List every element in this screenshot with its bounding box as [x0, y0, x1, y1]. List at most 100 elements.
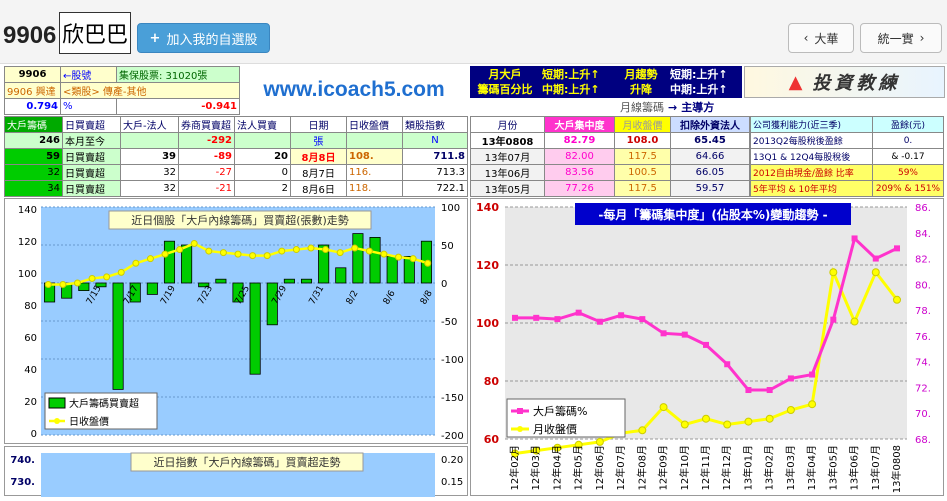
info-exchange-name: 9906 興達	[4, 82, 61, 99]
chips-percent: 籌碼百分比	[477, 83, 533, 96]
table-cell: 66.05	[670, 164, 750, 181]
chart-title: -每月「籌碼集中度」(佔股本%)變動趨勢 -	[598, 207, 827, 222]
add-watchlist-label: 加入我的自選股	[166, 32, 258, 48]
price-point	[395, 253, 403, 261]
price-point	[871, 268, 880, 277]
table-cell: -89	[178, 148, 235, 165]
price-point	[638, 426, 647, 435]
chart-bar	[300, 278, 313, 284]
table-cell: 64.66	[670, 148, 750, 165]
table-cell: 713.3	[402, 164, 468, 181]
price-point	[702, 414, 710, 423]
market-button[interactable]: ‹ 大華	[788, 23, 854, 53]
info-table: 9906 ←股號 集保股票: 31020張 9906 興達 <類股> 傳產-其他…	[4, 66, 240, 115]
daily-header: 日期	[290, 116, 347, 133]
price-point	[409, 255, 417, 263]
table-cell: 8月7日	[290, 164, 347, 181]
y-left-tick: 80	[24, 301, 37, 312]
y-left-tick: 0	[31, 429, 37, 440]
x-tick: 12年12月	[720, 445, 733, 490]
x-tick: 12年08月	[635, 445, 648, 490]
monthly-title: 月線籌碼	[620, 101, 664, 114]
table-cell: 82.00	[544, 148, 615, 165]
y-left-tick: 120	[476, 259, 499, 272]
site-logo[interactable]: www.icoach5.com	[243, 70, 465, 110]
price-point	[365, 247, 373, 255]
daily-header: 日買賣超	[62, 116, 121, 133]
table-cell: 2	[234, 180, 291, 197]
chart-icon: ▲	[788, 71, 807, 93]
table-cell: 722.1	[402, 180, 468, 197]
y-right-tick: -150	[441, 393, 464, 404]
y-left-tick: 60	[484, 433, 500, 446]
chart-bar	[335, 267, 347, 284]
overview-button[interactable]: 統一實 ›	[860, 23, 942, 53]
x-tick: 12年09月	[657, 445, 670, 490]
chart-title: 近日指數「大戶內線籌碼」買賣超走勢	[154, 455, 341, 469]
daily-sub-cell	[120, 132, 179, 149]
price-short-trend: 短期:上升↑	[670, 68, 728, 81]
legend-swatch-point	[517, 408, 523, 414]
info-change: -0.941	[116, 98, 240, 115]
chart-bar	[215, 278, 227, 284]
concentration-point	[703, 341, 709, 348]
table-cell: 83.56	[544, 164, 615, 181]
daily-table: 大戶籌碼 日買賣超 大戶-法人 券商買賣超 法人買賣 日期 日收盤價 類股指數 …	[4, 116, 468, 197]
daily-sub-cell: 246	[4, 132, 63, 149]
add-watchlist-button[interactable]: + 加入我的自選股	[137, 23, 270, 53]
x-tick: 12年04月	[550, 445, 563, 490]
y-right-tick: 70.	[915, 409, 931, 420]
price-point	[234, 250, 242, 258]
table-row: 13年05月 77.26 117.5 59.57	[470, 180, 750, 197]
daily-header: 大戶籌碼	[4, 116, 63, 133]
y-right-tick: 50	[441, 241, 454, 252]
x-tick: 13年02月	[763, 445, 776, 490]
y-left-tick: 80	[484, 375, 500, 388]
concentration-point	[681, 331, 688, 338]
trend-monthly: 月趨勢	[624, 68, 658, 81]
price-point	[351, 244, 359, 252]
daily-header: 券商買賣超	[178, 116, 235, 133]
trend-updown: 升降	[630, 83, 652, 96]
monthly-header: 大戶集中度	[544, 116, 615, 133]
table-cell: 32	[120, 164, 179, 181]
table-row: 13年06月 83.56 100.5 66.05	[470, 164, 750, 181]
table-row: 2013Q2每股稅後盈餘 0.	[750, 132, 944, 149]
y-left-tick: 140	[476, 201, 499, 214]
table-cell: 13年06月	[470, 164, 545, 181]
earnings-header: 公司獲利能力(近三季)	[750, 116, 873, 133]
concentration-point	[766, 387, 773, 394]
price-point	[744, 417, 753, 426]
daily-sub-cell: 張	[290, 132, 347, 149]
chart-bar	[386, 256, 398, 284]
concentration-point	[533, 314, 540, 321]
stock-code: 9906	[3, 22, 57, 49]
table-cell: 20	[234, 148, 291, 165]
x-tick: 12年07月	[614, 445, 627, 490]
table-cell: 59.57	[670, 180, 750, 197]
x-tick: 13年01月	[741, 445, 754, 490]
y-left-tick: 100	[18, 269, 37, 280]
x-tick: 13年0808	[890, 445, 903, 493]
table-cell: 108.0	[614, 132, 671, 149]
y-left-tick: 730.	[10, 477, 35, 488]
concentration-point	[851, 235, 858, 242]
concentration-point	[660, 330, 667, 337]
y-right-tick: -200	[441, 431, 464, 442]
x-tick: 13年07月	[869, 445, 882, 490]
y-left-tick: 740.	[10, 455, 35, 466]
price-point	[59, 281, 67, 289]
x-tick: 12年02月	[508, 445, 521, 490]
stock-name: 欣巴巴	[59, 12, 131, 54]
daily-header: 大戶-法人	[120, 116, 179, 133]
y-left-tick: 40	[24, 365, 37, 376]
table-cell: 0	[234, 164, 291, 181]
chips-mid-trend: 中期:上升↑	[542, 83, 600, 96]
table-row: 34 日買賣超 32 -21 2 8月6日 118. 722.1	[4, 180, 468, 197]
price-point	[44, 281, 52, 289]
x-tick: 13年04月	[805, 445, 818, 490]
concentration-point	[894, 245, 900, 252]
table-row: 13年0808 82.79 108.0 65.45	[470, 132, 750, 149]
legend-label: 日收盤價	[69, 415, 109, 428]
table-cell: 日買賣超	[62, 164, 121, 181]
